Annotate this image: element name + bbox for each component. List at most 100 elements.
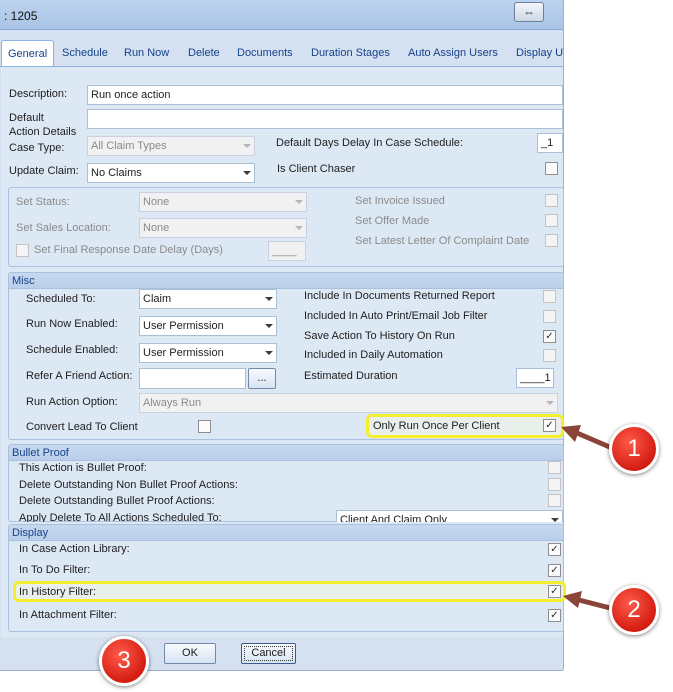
apply-delete-select[interactable]: Client And Claim Only (336, 510, 563, 522)
scheduled-to-select[interactable]: Claim (139, 289, 277, 309)
tab-strip: General Schedule Run Now Delete Document… (0, 40, 563, 67)
set-final-response-label: Set Final Response Date Delay (Days) (34, 244, 223, 256)
callout-3-badge: 3 (99, 636, 149, 686)
save-action-history-checkbox[interactable]: ✓ (543, 330, 556, 343)
chevron-down-icon (295, 200, 303, 204)
arrow-to-callout-2 (563, 591, 617, 612)
delete-bullet-label: Delete Outstanding Bullet Proof Actions: (19, 495, 215, 507)
chevron-down-icon (265, 324, 273, 328)
schedule-enabled-value: User Permission (143, 347, 224, 359)
update-claim-label: Update Claim: (9, 165, 79, 177)
case-type-select[interactable]: All Claim Types (87, 136, 255, 156)
run-action-option-value: Always Run (143, 397, 202, 409)
update-claim-select[interactable]: No Claims (87, 163, 255, 183)
set-final-response-checkbox[interactable] (16, 244, 29, 257)
is-client-chaser-label: Is Client Chaser (277, 163, 356, 175)
bullet-proof-header: Bullet Proof (9, 445, 563, 461)
tab-documents[interactable]: Documents (231, 40, 299, 66)
schedule-enabled-select[interactable]: User Permission (139, 343, 277, 363)
set-offer-made-checkbox[interactable] (545, 214, 558, 227)
description-label: Description: (9, 88, 68, 100)
run-now-enabled-select[interactable]: User Permission (139, 316, 277, 336)
set-invoice-issued-checkbox[interactable] (545, 194, 558, 207)
schedule-enabled-label: Schedule Enabled: (26, 344, 119, 356)
callout-1-badge: 1 (609, 424, 659, 474)
include-docs-returned-label: Include In Documents Returned Report (304, 290, 495, 302)
title-bar: : 1205 ⇔ (0, 0, 563, 30)
default-action-details-input[interactable] (87, 109, 563, 129)
arrow-to-callout-1 (561, 425, 615, 451)
set-final-response-input[interactable]: ____ (268, 241, 306, 261)
run-action-option-select[interactable]: Always Run (139, 393, 558, 413)
cancel-button[interactable]: Cancel (241, 643, 296, 664)
refer-a-friend-label: Refer A Friend Action: (26, 370, 133, 382)
chevron-down-icon (546, 401, 554, 405)
in-attachment-filter-label: In Attachment Filter: (19, 609, 117, 621)
callout-2-badge: 2 (609, 585, 659, 635)
tab-schedule[interactable]: Schedule (56, 40, 114, 66)
refer-a-friend-browse-button[interactable]: ... (248, 368, 276, 389)
tab-run-now[interactable]: Run Now (118, 40, 175, 66)
apply-delete-value: Client And Claim Only (340, 514, 447, 522)
in-case-action-library-label: In Case Action Library: (19, 543, 130, 555)
only-run-once-label: Only Run Once Per Client (373, 420, 500, 432)
apply-delete-row: Apply Delete To All Actions Scheduled To… (8, 510, 564, 522)
included-daily-automation-checkbox[interactable] (543, 349, 556, 362)
included-auto-print-checkbox[interactable] (543, 310, 556, 323)
case-type-value: All Claim Types (91, 140, 167, 152)
include-docs-returned-checkbox[interactable] (543, 290, 556, 303)
ok-button[interactable]: OK (164, 643, 216, 664)
tab-delete[interactable]: Delete (182, 40, 226, 66)
chevron-down-icon (243, 144, 251, 148)
estimated-duration-input[interactable]: ____1 (516, 368, 554, 388)
delete-non-bullet-label: Delete Outstanding Non Bullet Proof Acti… (19, 479, 238, 491)
default-label: Default (9, 112, 44, 124)
scheduled-to-value: Claim (143, 293, 172, 305)
set-invoice-issued-label: Set Invoice Issued (355, 195, 445, 207)
misc-header: Misc (9, 273, 563, 289)
default-days-delay-input[interactable]: _1 (537, 133, 563, 153)
run-now-enabled-label: Run Now Enabled: (26, 318, 118, 330)
run-action-option-label: Run Action Option: (26, 396, 118, 408)
restore-button[interactable]: ⇔ (514, 2, 544, 22)
set-status-select[interactable]: None (139, 192, 307, 212)
set-sales-location-select[interactable]: None (139, 218, 307, 238)
in-history-filter-label: In History Filter: (19, 586, 97, 598)
convert-lead-label: Convert Lead To Client (26, 421, 138, 433)
scheduled-to-label: Scheduled To: (26, 293, 96, 305)
description-input[interactable]: Run once action (87, 85, 563, 105)
save-action-history-label: Save Action To History On Run (304, 330, 455, 342)
refer-a-friend-input[interactable] (139, 368, 246, 389)
convert-lead-checkbox[interactable] (198, 420, 211, 433)
window-title: : 1205 (4, 9, 38, 23)
in-to-do-filter-label: In To Do Filter: (19, 564, 91, 576)
set-status-value: None (143, 196, 170, 208)
set-latest-letter-checkbox[interactable] (545, 234, 558, 247)
set-latest-letter-label: Set Latest Letter Of Complaint Date (355, 235, 530, 247)
set-sales-location-label: Set Sales Location: (16, 222, 111, 234)
default-days-delay-label: Default Days Delay In Case Schedule: (276, 137, 464, 149)
run-now-enabled-value: User Permission (143, 320, 224, 332)
is-bullet-proof-label: This Action is Bullet Proof: (19, 462, 147, 474)
case-type-label: Case Type: (9, 142, 65, 154)
included-daily-automation-label: Included in Daily Automation (304, 349, 443, 361)
update-claim-value: No Claims (91, 167, 142, 179)
included-auto-print-label: Included In Auto Print/Email Job Filter (304, 310, 488, 322)
tab-auto-assign-users[interactable]: Auto Assign Users (402, 40, 504, 66)
display-header: Display (9, 525, 563, 541)
tab-duration-stages[interactable]: Duration Stages (305, 40, 396, 66)
chevron-down-icon (243, 171, 251, 175)
action-details-label: Action Details (9, 126, 77, 138)
set-offer-made-label: Set Offer Made (355, 215, 430, 227)
tab-display[interactable]: Display U (510, 40, 569, 66)
chevron-down-icon (295, 226, 303, 230)
apply-delete-label: Apply Delete To All Actions Scheduled To… (19, 512, 222, 522)
set-sales-location-value: None (143, 222, 170, 234)
estimated-duration-label: Estimated Duration (304, 370, 398, 382)
set-status-label: Set Status: (16, 196, 70, 208)
chevron-down-icon (265, 351, 273, 355)
dialog-bottom-border (0, 670, 563, 671)
tab-general[interactable]: General (1, 40, 55, 66)
chevron-down-icon (265, 297, 273, 301)
is-client-chaser-checkbox[interactable] (545, 162, 558, 175)
